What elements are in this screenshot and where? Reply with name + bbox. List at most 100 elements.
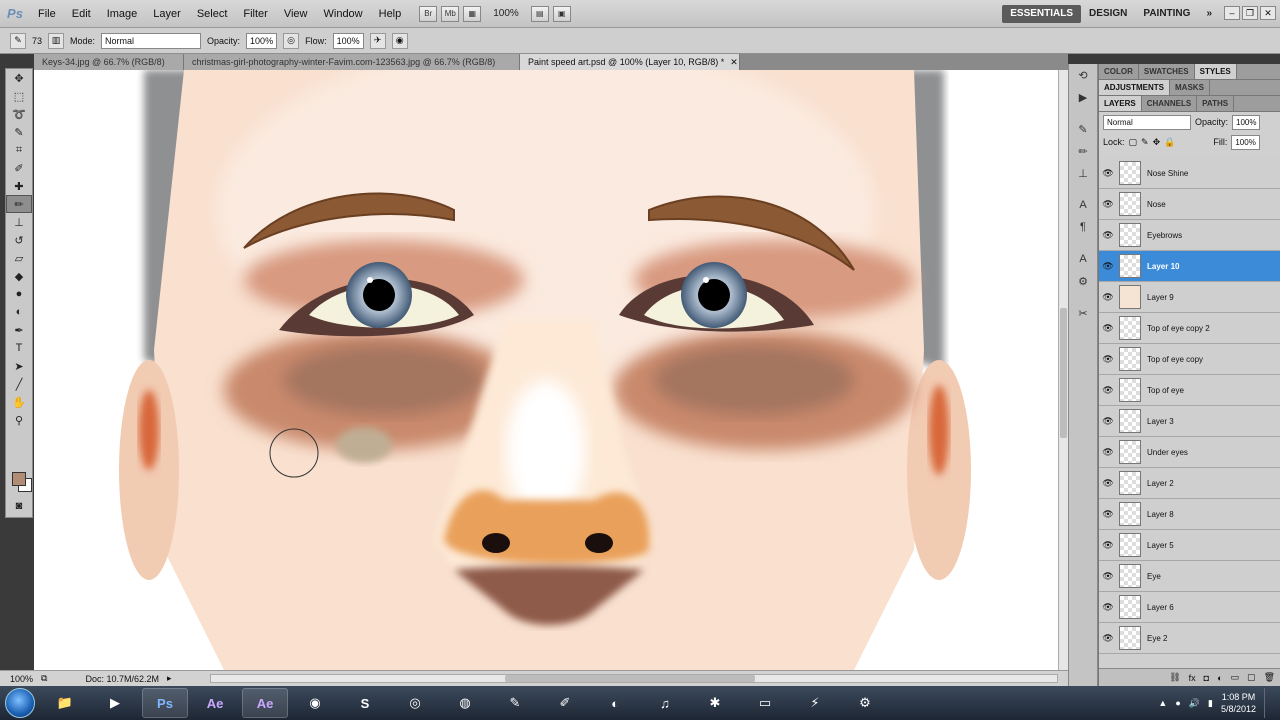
brush-preset-icon[interactable]: ✎ [10, 32, 26, 49]
view-extras-icon[interactable]: ▦ [463, 5, 482, 22]
status-menu-arrow-icon[interactable]: ▸ [167, 673, 172, 684]
layer-row[interactable]: 👁 Layer 8 [1099, 499, 1280, 530]
scroll-thumb[interactable] [1060, 308, 1067, 438]
tray-expand-icon[interactable]: ▲ [1158, 698, 1167, 708]
visibility-eye-icon[interactable]: 👁 [1099, 230, 1117, 241]
airbrush-icon[interactable]: ✈ [369, 32, 386, 49]
lasso-tool-icon[interactable]: ➰ [6, 105, 32, 123]
visibility-eye-icon[interactable]: 👁 [1099, 385, 1117, 396]
opacity-field[interactable]: 100% [246, 32, 278, 49]
tools-icon[interactable]: ✂ [1069, 302, 1097, 324]
menu-window[interactable]: Window [316, 0, 371, 28]
marquee-tool-icon[interactable]: ⬚ [6, 87, 32, 105]
notes-taskbar-icon[interactable]: ▭ [742, 688, 788, 718]
more-workspaces-icon[interactable]: » [1198, 0, 1220, 28]
flow-field[interactable]: 100% [332, 32, 364, 49]
photoshop-taskbar-button[interactable]: Ps [142, 688, 188, 718]
lock-all-icon[interactable]: 🔒 [1164, 137, 1175, 148]
quick-select-tool-icon[interactable]: ✎ [6, 123, 32, 141]
move-tool-icon[interactable]: ✥ [6, 69, 32, 87]
blend-mode-dropdown[interactable]: Normal [1103, 114, 1191, 130]
menu-file[interactable]: File [30, 0, 64, 28]
lock-position-icon[interactable]: ✥ [1153, 137, 1161, 148]
blur-tool-icon[interactable]: ● [6, 285, 32, 303]
history-icon[interactable]: ⟲ [1069, 64, 1097, 86]
tool-taskbar-icon[interactable]: ⚙ [842, 688, 888, 718]
zoom-readout[interactable]: 100% [10, 674, 33, 684]
add-mask-icon[interactable]: ◘ [1204, 673, 1209, 683]
visibility-eye-icon[interactable]: 👁 [1099, 478, 1117, 489]
visibility-eye-icon[interactable]: 👁 [1099, 633, 1117, 644]
adjustment-layer-icon[interactable]: ◐ [1217, 673, 1222, 683]
pressure-opacity-icon[interactable]: ◎ [283, 32, 300, 49]
menu-image[interactable]: Image [99, 0, 146, 28]
layer-row[interactable]: 👁 Layer 5 [1099, 530, 1280, 561]
path-selection-tool-icon[interactable]: ➤ [6, 357, 32, 375]
after-effects-taskbar-button-2[interactable]: Ae [242, 688, 288, 718]
tab-channels[interactable]: CHANNELS [1142, 96, 1198, 111]
lock-transparent-icon[interactable]: ▢ [1129, 137, 1138, 148]
fill-field[interactable]: 100% [1231, 134, 1260, 150]
layer-row[interactable]: 👁 Eyebrows [1099, 220, 1280, 251]
new-layer-icon[interactable]: ▢ [1247, 672, 1256, 683]
tool-presets-icon[interactable]: ⚙ [1069, 270, 1097, 292]
brush-size-value[interactable]: 73 [32, 36, 42, 46]
visibility-eye-icon[interactable]: 👁 [1099, 509, 1117, 520]
menu-help[interactable]: Help [371, 0, 410, 28]
visibility-eye-icon[interactable]: 👁 [1099, 571, 1117, 582]
tab-paint-speed-art[interactable]: Paint speed art.psd @ 100% (Layer 10, RG… [520, 54, 740, 70]
clock[interactable]: 1:08 PM 5/8/2012 [1221, 691, 1256, 715]
media-player-taskbar-icon[interactable]: ▶ [92, 688, 138, 718]
layer-row[interactable]: 👁 Eye 2 [1099, 623, 1280, 654]
visibility-eye-icon[interactable]: 👁 [1099, 416, 1117, 427]
sketch-app-taskbar-icon[interactable]: ✐ [542, 688, 588, 718]
eyedropper-tool-icon[interactable]: ✐ [6, 159, 32, 177]
layer-opacity-field[interactable]: 100% [1232, 114, 1261, 130]
firefox-taskbar-icon[interactable]: ◍ [442, 688, 488, 718]
network-app-taskbar-icon[interactable]: ✱ [692, 688, 738, 718]
layer-row[interactable]: 👁 Layer 9 [1099, 282, 1280, 313]
brush-tool-icon[interactable]: ✏ [6, 195, 32, 213]
healing-brush-tool-icon[interactable]: ✚ [6, 177, 32, 195]
layer-row[interactable]: 👁 Layer 2 [1099, 468, 1280, 499]
workspace-painting[interactable]: PAINTING [1135, 0, 1198, 28]
menu-view[interactable]: View [276, 0, 316, 28]
layer-row[interactable]: 👁 Nose Shine [1099, 158, 1280, 189]
workspace-essentials[interactable]: ESSENTIALS [1002, 5, 1082, 23]
zoom-level-select[interactable]: 100% [485, 8, 527, 19]
paragraph-icon[interactable]: ¶ [1069, 216, 1097, 238]
actions-icon[interactable]: ▶ [1069, 86, 1097, 108]
menu-layer[interactable]: Layer [145, 0, 189, 28]
show-desktop-button[interactable] [1264, 688, 1274, 718]
layer-row[interactable]: 👁 Layer 3 [1099, 406, 1280, 437]
visibility-eye-icon[interactable]: 👁 [1099, 261, 1117, 272]
workspace-design[interactable]: DESIGN [1081, 0, 1135, 28]
paint-bucket-tool-icon[interactable]: ◆ [6, 267, 32, 285]
visibility-eye-icon[interactable]: 👁 [1099, 602, 1117, 613]
foreground-color-swatch[interactable] [12, 472, 26, 486]
vertical-scrollbar[interactable] [1058, 70, 1068, 670]
dodge-tool-icon[interactable]: ◐ [6, 303, 32, 321]
clone-stamp-tool-icon[interactable]: ⊥ [6, 213, 32, 231]
link-layers-icon[interactable]: ⛓ [1169, 672, 1180, 683]
eraser-tool-icon[interactable]: ▱ [6, 249, 32, 267]
layer-row-selected[interactable]: 👁 Layer 10 [1099, 251, 1280, 282]
close-tab-icon[interactable]: ✕ [730, 57, 738, 67]
pressure-size-icon[interactable]: ◉ [391, 32, 408, 49]
bridge-button[interactable]: Br [419, 5, 438, 22]
document-canvas[interactable] [34, 70, 1058, 670]
horizontal-scrollbar[interactable] [210, 674, 1058, 683]
mode-dropdown[interactable]: Normal [101, 32, 202, 49]
scroll-thumb[interactable] [505, 675, 755, 682]
character-styles-icon[interactable]: A [1069, 248, 1097, 270]
explorer-taskbar-icon[interactable]: 📁 [42, 688, 88, 718]
tab-layers[interactable]: LAYERS [1099, 96, 1142, 111]
menu-filter[interactable]: Filter [235, 0, 275, 28]
volume-icon[interactable]: 🔊 [1189, 698, 1200, 709]
tab-swatches[interactable]: SWATCHES [1139, 64, 1195, 79]
visibility-eye-icon[interactable]: 👁 [1099, 540, 1117, 551]
network-icon[interactable]: ▮ [1208, 698, 1213, 709]
pen-tool-icon[interactable]: ✒ [6, 321, 32, 339]
game-taskbar-icon[interactable]: ⚡ [792, 688, 838, 718]
lock-image-icon[interactable]: ✎ [1141, 137, 1149, 148]
